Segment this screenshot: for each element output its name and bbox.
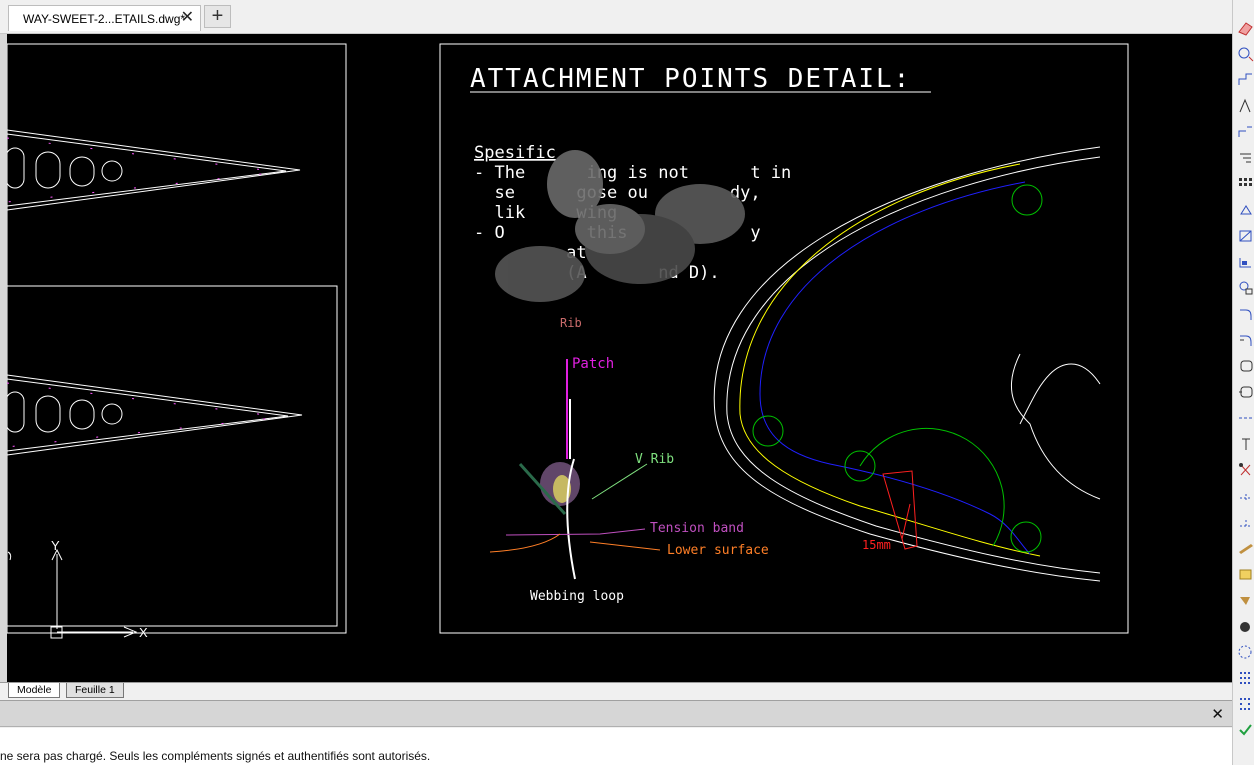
stretch-icon[interactable] [1236,226,1254,246]
dimension-label: 15mm [862,538,891,552]
fillet-icon[interactable] [1236,382,1254,402]
detail-frame[interactable] [439,43,1129,634]
tab-sheet1[interactable]: Feuille 1 [66,683,124,698]
new-tab-button[interactable]: + [204,5,231,28]
join-icon[interactable] [1236,330,1254,350]
ucs-icon [7,548,138,639]
extend-icon[interactable] [1236,278,1254,298]
ucs-x-label: X [139,625,148,640]
chamfer-icon[interactable] [1236,356,1254,376]
point-icon[interactable] [1236,538,1254,558]
trim-icon[interactable] [1236,252,1254,272]
document-tab-title: WAY-SWEET-2...ETAILS.dwg* [23,11,186,26]
block-icon[interactable] [1236,512,1254,532]
erase-icon[interactable] [1236,18,1254,38]
canvas-left-edge [0,34,7,682]
array-rect-icon[interactable] [1236,694,1254,714]
drawing-svg[interactable]: Y X ATTACHMENT POINTS DETAIL: Spesific -… [0,34,1232,682]
document-tab[interactable]: WAY-SWEET-2...ETAILS.dwg* ✕ [8,5,201,31]
mirror-icon[interactable] [1236,70,1254,90]
document-tab-bar: WAY-SWEET-2...ETAILS.dwg* ✕ + [0,0,1232,34]
ucs-y-label: Y [51,538,60,553]
break-icon[interactable] [1236,304,1254,324]
spec-line-1: - The ing is not t in [474,163,791,183]
v-rib-label: V Rib [635,452,674,467]
wing-section-top [5,129,301,211]
rotate-icon[interactable] [1236,174,1254,194]
copy-icon[interactable] [1236,44,1254,64]
airfoil-profile [713,146,1101,582]
drawing-canvas[interactable]: Y X ATTACHMENT POINTS DETAIL: Spesific -… [0,34,1232,682]
dimension-icon[interactable] [1236,460,1254,480]
command-panel-header: ✕ [0,700,1232,727]
array-icon[interactable] [1236,122,1254,142]
confirm-icon[interactable] [1236,720,1254,740]
patch-label: Patch [572,356,614,372]
tab-model[interactable]: Modèle [8,683,61,698]
close-command-panel-icon[interactable]: ✕ [1211,705,1224,723]
table-icon[interactable] [1236,616,1254,636]
grid-icon[interactable] [1236,590,1254,610]
modify-toolbar [1232,0,1254,765]
check-icon[interactable] [1236,642,1254,662]
scale-icon[interactable] [1236,200,1254,220]
command-message: ne sera pas chargé. Seuls les complément… [0,749,431,763]
command-history[interactable]: ne sera pas chargé. Seuls les complément… [0,728,1232,765]
rib-label: Rib [560,316,582,330]
hatch-icon[interactable] [1236,486,1254,506]
webbing-loop-label: Webbing loop [530,589,624,604]
explode-icon[interactable] [1236,434,1254,454]
lower-surface-label: Lower surface [667,543,769,558]
detail-title: ATTACHMENT POINTS DETAIL: [470,64,911,94]
spec-heading: Spesific [474,143,556,163]
app-window: WAY-SWEET-2...ETAILS.dwg* ✕ + Y X ATTACH… [0,0,1254,765]
array-grid-icon[interactable] [1236,668,1254,688]
circle-icon[interactable] [1236,564,1254,584]
tension-band-label: Tension band [650,521,744,536]
wing-section-bottom [5,374,303,456]
attachment-detail [489,359,661,580]
move-icon[interactable] [1236,148,1254,168]
blend-icon[interactable] [1236,408,1254,428]
close-tab-icon[interactable]: ✕ [181,9,194,27]
offset-icon[interactable] [1236,96,1254,116]
layout-tab-bar: Modèle Feuille 1 [0,682,1232,698]
